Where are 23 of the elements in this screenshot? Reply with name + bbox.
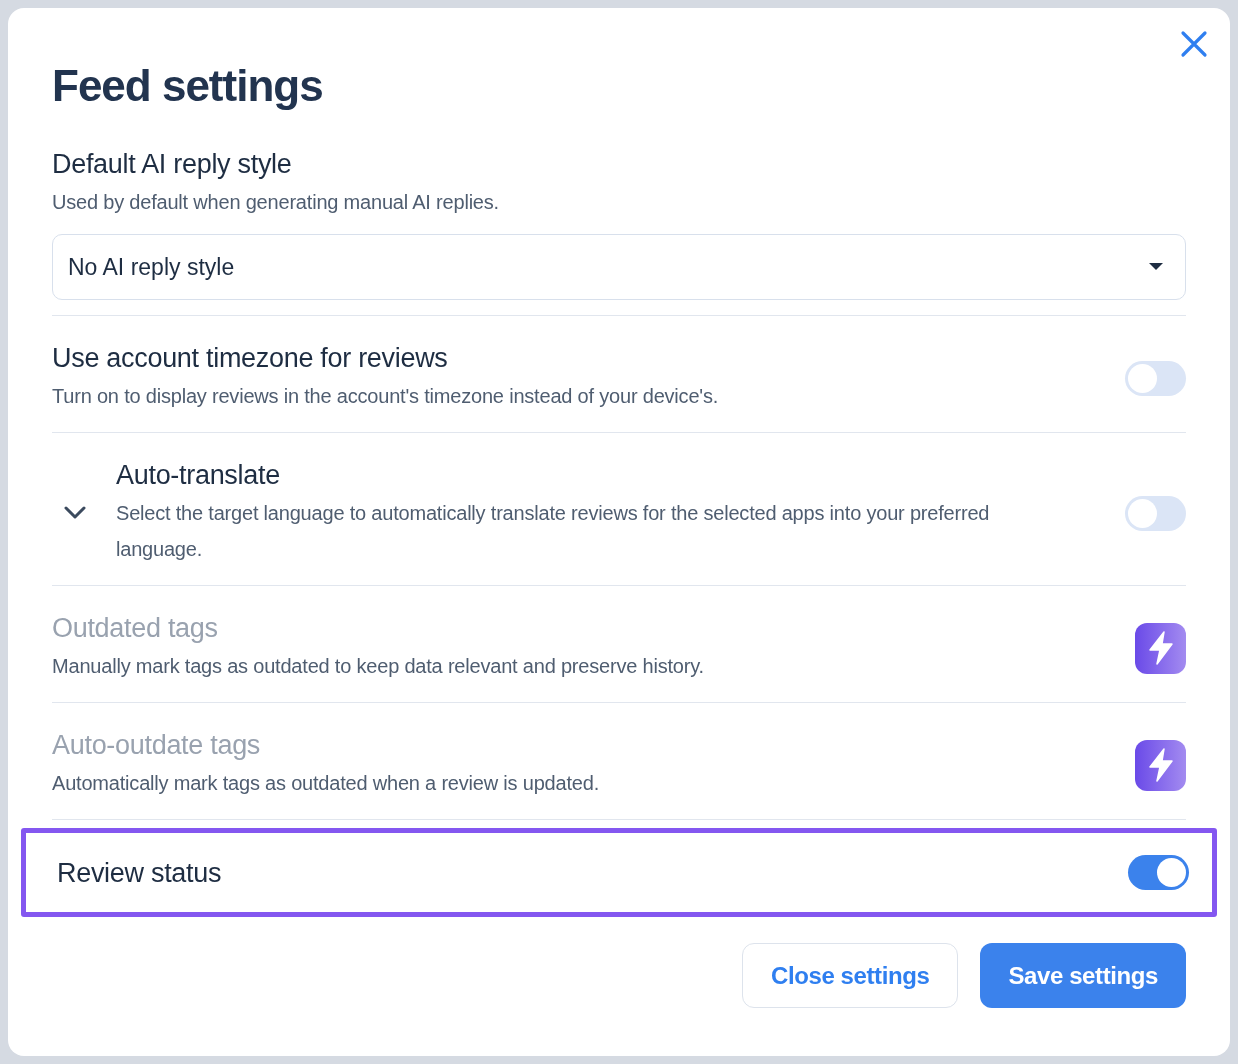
toggle-switch[interactable] <box>1125 495 1186 531</box>
setting-title: Auto-outdate tags <box>52 729 262 761</box>
setting-description: Automatically mark tags as outdated when a review is updated. <box>52 771 600 796</box>
setting-title: Default AI reply style <box>52 148 293 180</box>
setting-title: Outdated tags <box>52 612 219 644</box>
setting-title: Review status <box>57 856 223 889</box>
close-button[interactable]: Close settings <box>742 943 959 1008</box>
close-icon[interactable] <box>1180 30 1208 58</box>
caret-icon <box>1149 263 1163 271</box>
save-button[interactable]: Save settings <box>980 943 1186 1008</box>
setting-title: Use account timezone for reviews <box>52 342 449 374</box>
dialog-title: Feed settings <box>52 62 324 110</box>
setting-title: Auto-translate <box>116 459 281 491</box>
chevron-icon[interactable] <box>64 506 86 520</box>
setting-description: Manually mark tags as outdated to keep data relevant and preserve history. <box>52 654 705 679</box>
setting-description: Select the target language to automatically translate reviews for the selected apps into your preferred language. <box>116 501 991 562</box>
toggle-switch[interactable] <box>1125 360 1186 396</box>
toggle-switch[interactable] <box>1128 855 1189 890</box>
setting-description: Used by default when generating manual AI replies. <box>52 190 500 215</box>
lightning-icon[interactable] <box>1135 622 1186 674</box>
lightning-icon[interactable] <box>1135 739 1186 791</box>
reply-style-dropdown[interactable]: No AI reply style <box>52 234 1186 300</box>
setting-description: Turn on to display reviews in the account's timezone instead of your device's. <box>52 384 720 409</box>
